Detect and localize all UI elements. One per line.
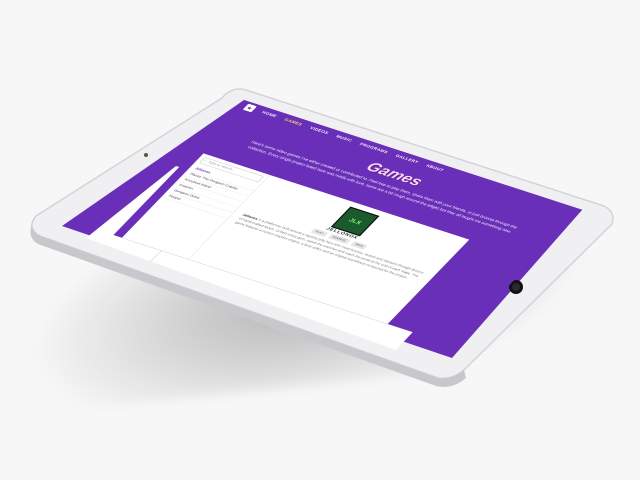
site-logo-icon[interactable]: ★: [242, 103, 257, 113]
game-description: Jellonox is a platformer built around a …: [233, 213, 425, 283]
nav-link-games[interactable]: GAMES: [283, 118, 303, 126]
scene: ★ HOME GAMES VIDEOS MUSIC PROGRAMS GALLE…: [0, 0, 640, 480]
nav-link-home[interactable]: HOME: [261, 111, 278, 118]
nav-link-about[interactable]: ABOUT: [425, 164, 444, 172]
game-cover-text: JLX: [347, 217, 363, 226]
nav-link-music[interactable]: MUSIC: [335, 135, 353, 143]
nav-link-videos[interactable]: VIDEOS: [309, 126, 330, 135]
camera-dot: [144, 153, 148, 157]
nav-link-gallery[interactable]: GALLERY: [394, 154, 419, 164]
